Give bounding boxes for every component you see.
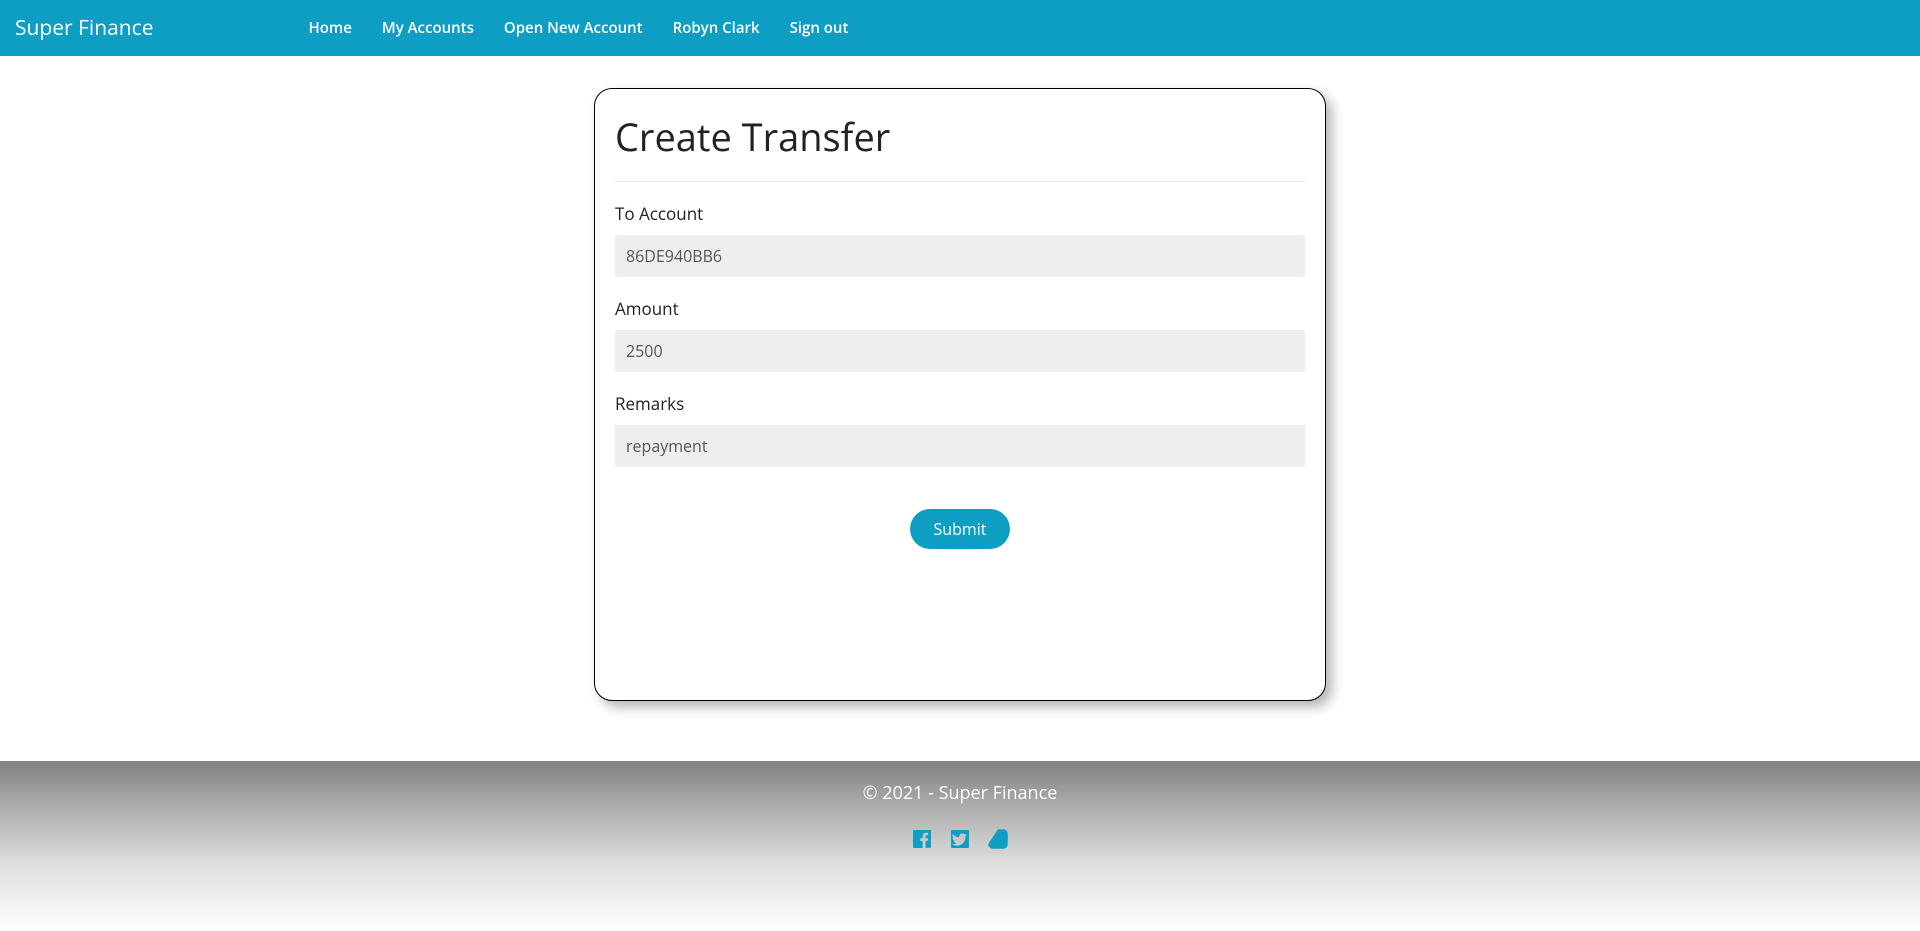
nav-signout[interactable]: Sign out <box>775 10 864 46</box>
submit-button[interactable]: Submit <box>910 509 1011 549</box>
to-account-input[interactable] <box>615 235 1305 277</box>
remarks-label: Remarks <box>615 392 1305 415</box>
twitter-icon[interactable] <box>948 827 972 851</box>
to-account-label: To Account <box>615 202 1305 225</box>
submit-row: Submit <box>615 509 1305 549</box>
remarks-group: Remarks <box>615 392 1305 467</box>
navbar: Super Finance Home My Accounts Open New … <box>0 0 1920 56</box>
nav-home[interactable]: Home <box>294 10 367 46</box>
transfer-card: Create Transfer To Account Amount Remark… <box>594 88 1326 701</box>
nav-my-accounts[interactable]: My Accounts <box>367 10 489 46</box>
social-icons <box>0 827 1920 851</box>
amount-input[interactable] <box>615 330 1305 372</box>
remarks-input[interactable] <box>615 425 1305 467</box>
instagram-icon[interactable] <box>986 827 1010 851</box>
divider <box>615 181 1305 182</box>
page-title: Create Transfer <box>615 111 1305 163</box>
brand-title[interactable]: Super Finance <box>15 14 154 42</box>
facebook-icon[interactable] <box>910 827 934 851</box>
nav-links: Home My Accounts Open New Account Robyn … <box>294 10 864 46</box>
to-account-group: To Account <box>615 202 1305 277</box>
footer-copyright: © 2021 - Super Finance <box>0 781 1920 805</box>
amount-label: Amount <box>615 297 1305 320</box>
amount-group: Amount <box>615 297 1305 372</box>
nav-open-account[interactable]: Open New Account <box>489 10 658 46</box>
nav-user[interactable]: Robyn Clark <box>658 10 775 46</box>
footer: © 2021 - Super Finance <box>0 761 1920 931</box>
main-content: Create Transfer To Account Amount Remark… <box>0 56 1920 761</box>
